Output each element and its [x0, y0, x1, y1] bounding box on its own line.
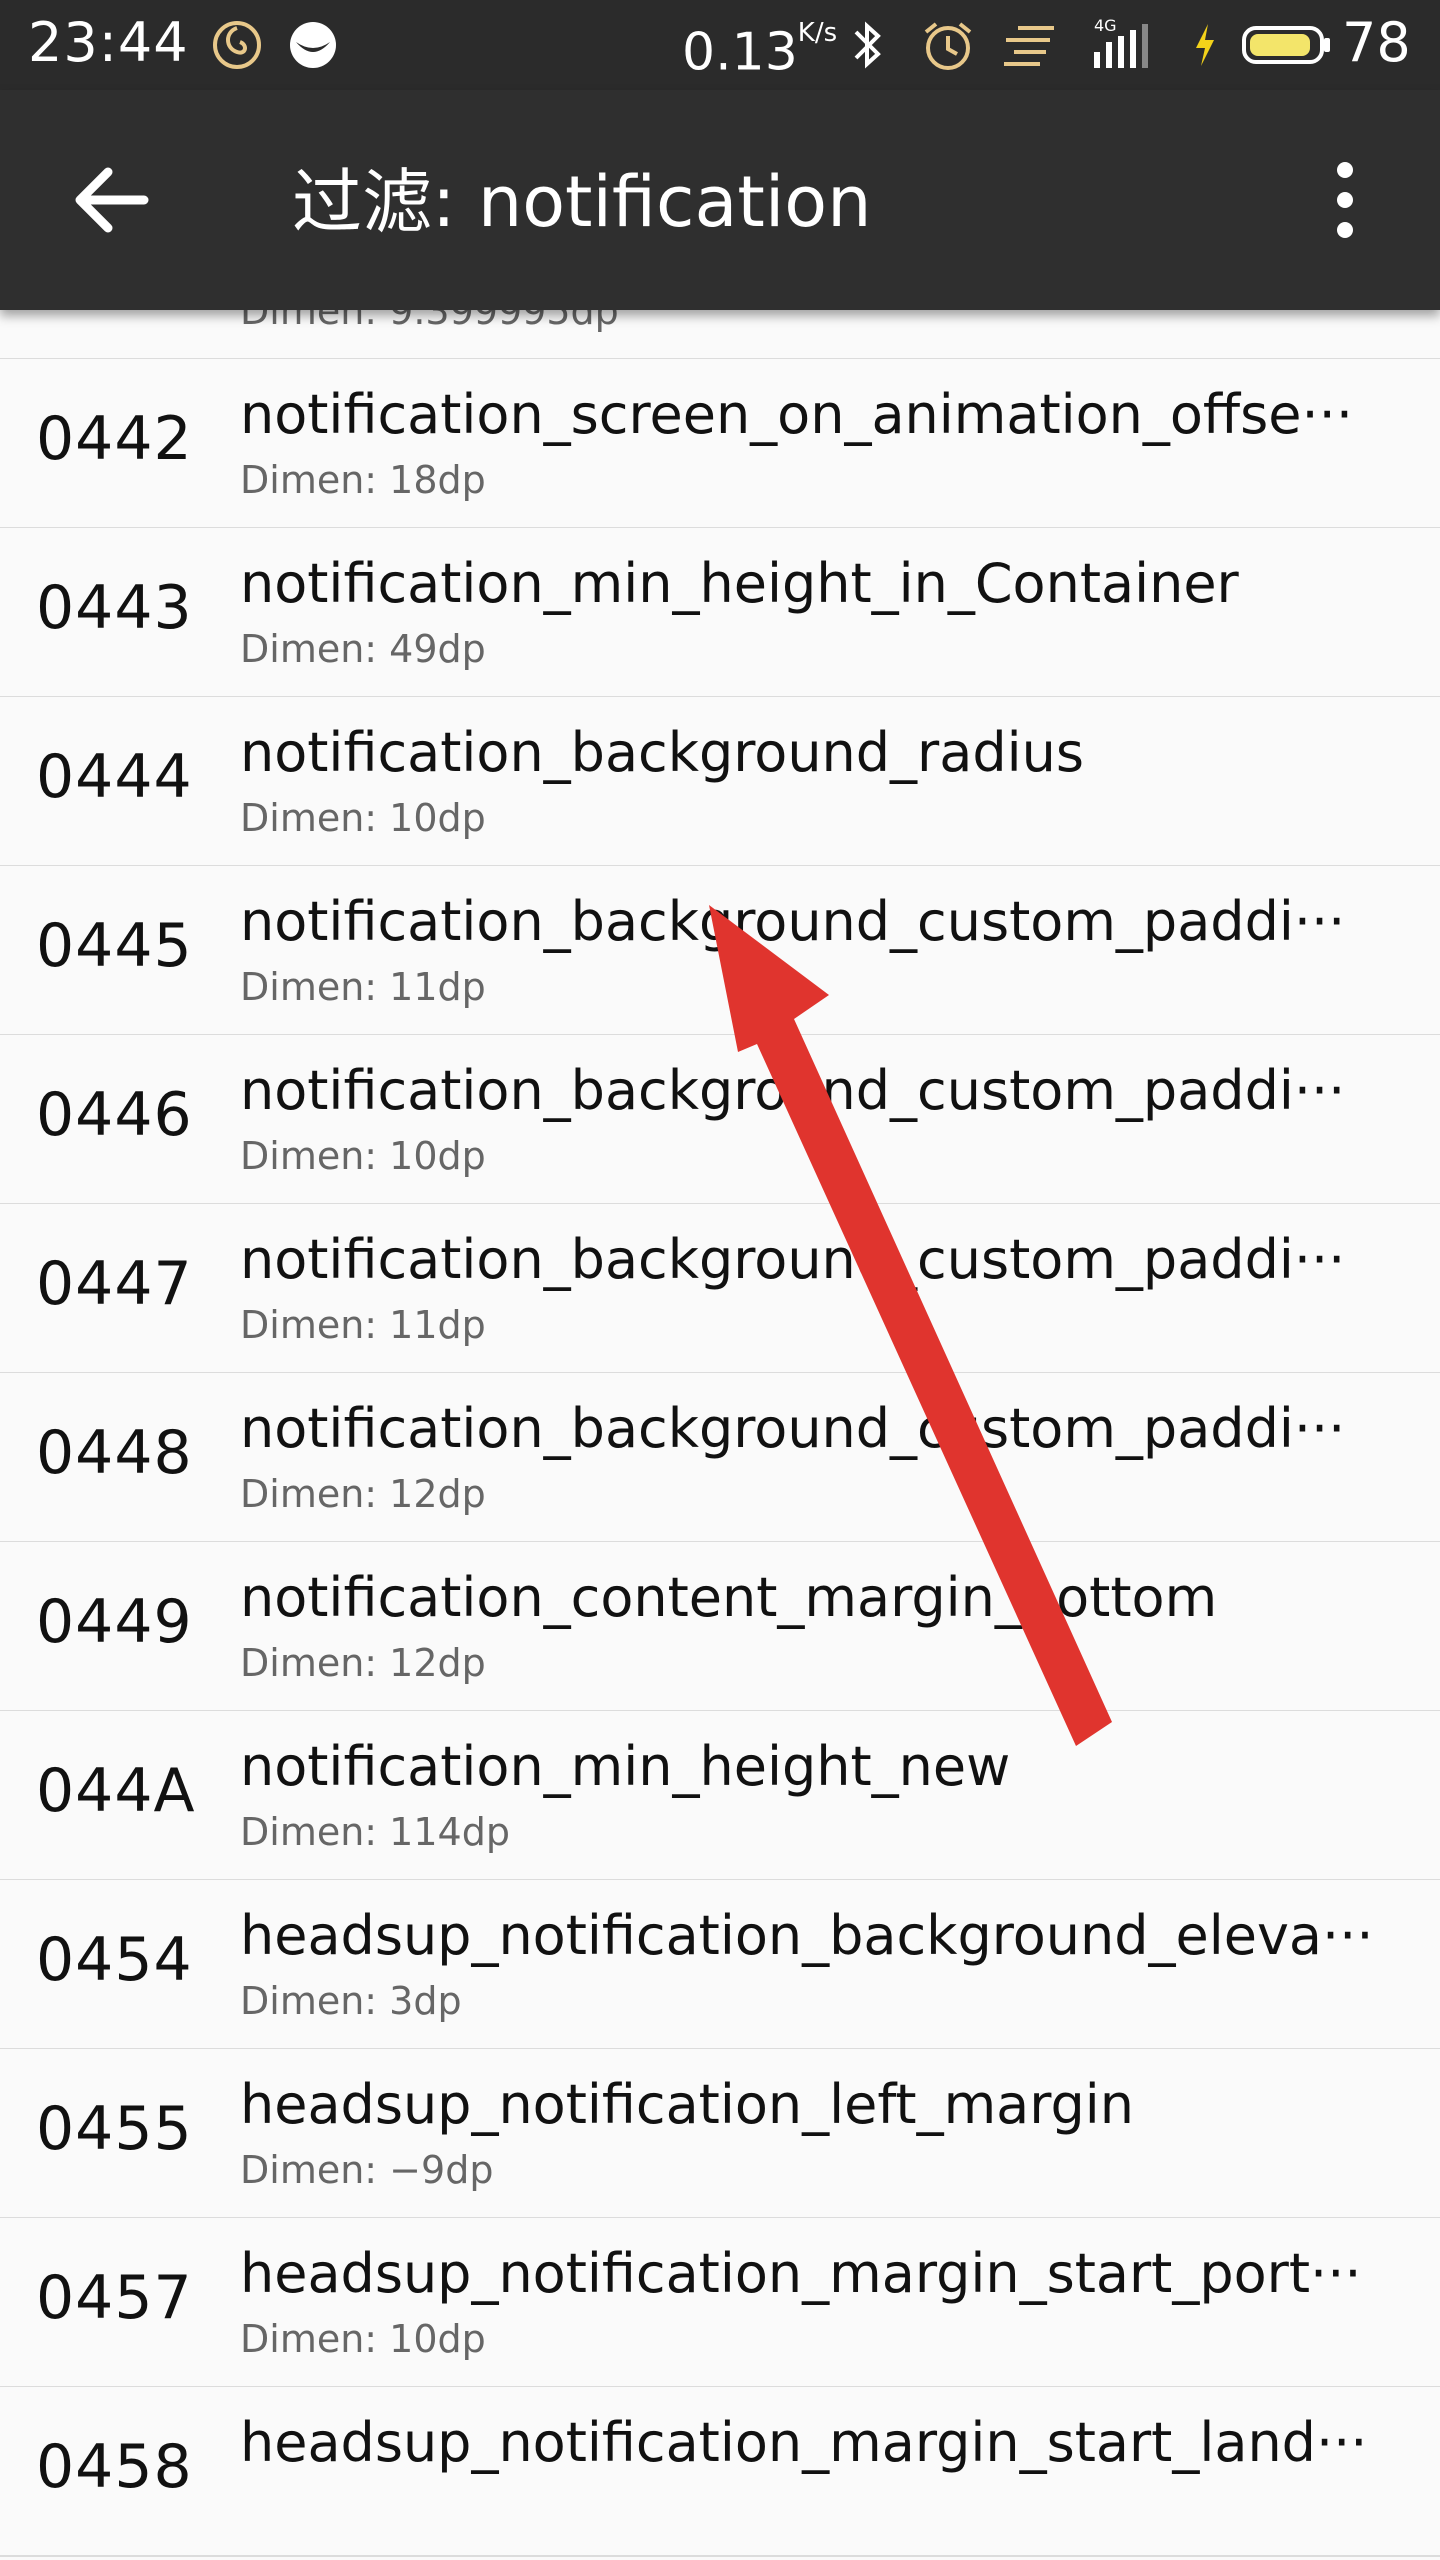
resource-id: 0458: [36, 2432, 193, 2502]
resource-value: Dimen: 12dp: [240, 1472, 486, 1516]
resource-id: 0455: [36, 2094, 193, 2164]
resource-id: 0454: [36, 1925, 193, 1995]
resource-value: Dimen: −9dp: [240, 2148, 494, 2192]
resource-value: Dimen: 9.399995dp: [240, 310, 619, 333]
resource-name: notification_content_margin_bottom: [240, 1566, 1218, 1629]
resource-name: notification_background_radius: [240, 721, 1084, 784]
list-item[interactable]: 0441mz_notification_guts_padding_bottomD…: [0, 310, 1440, 360]
resource-name: headsup_notification_margin_start_port··…: [240, 2242, 1362, 2305]
resource-name: headsup_notification_background_eleva···: [240, 1904, 1374, 1967]
battery-icon: [1242, 26, 1330, 64]
resource-id: 044A: [36, 1756, 196, 1826]
list-item[interactable]: 0443 notification_min_height_in_Container…: [0, 528, 1440, 698]
resource-id: 0444: [36, 742, 193, 812]
resource-value: Dimen: 3dp: [240, 1979, 462, 2023]
list-item[interactable]: 0448 notification_background_custom_paddi…: [0, 1373, 1440, 1543]
resource-value: Dimen: 10dp: [240, 796, 486, 840]
resource-id: 0442: [36, 404, 193, 474]
status-time: 23:44: [28, 11, 189, 74]
resource-value: Dimen: 18dp: [240, 458, 486, 502]
resource-name: headsup_notification_left_margin: [240, 2073, 1135, 2136]
list-item[interactable]: 0457 headsup_notification_margin_start_po…: [0, 2218, 1440, 2388]
notification-lines-icon: [1004, 26, 1054, 66]
resource-id: 0446: [36, 1080, 193, 1150]
resource-value: Dimen: 10dp: [240, 2317, 486, 2361]
resource-name: notification_background_custom_paddi···: [240, 1059, 1346, 1122]
list-item[interactable]: 0458 headsup_notification_margin_start_la…: [0, 2387, 1440, 2557]
status-bar: 23:44 0.13K/s 4G 78: [0, 0, 1440, 90]
resource-name: headsup_notification_margin_start_land··…: [240, 2411, 1368, 2474]
resource-id: 0445: [36, 911, 193, 981]
list-item[interactable]: 0444 notification_background_radius Dimen:…: [0, 697, 1440, 867]
resource-value: Dimen: 49dp: [240, 627, 486, 671]
network-speed: 0.13K/s: [682, 18, 838, 83]
list-item[interactable]: 0447 notification_background_custom_paddi…: [0, 1204, 1440, 1374]
resource-name: notification_background_custom_paddi···: [240, 890, 1346, 953]
resource-value: Dimen: 11dp: [240, 965, 486, 1009]
swirl-app-icon: [213, 21, 261, 69]
alarm-icon: [924, 22, 972, 70]
resource-id: 0448: [36, 1418, 193, 1488]
resource-list[interactable]: 0441mz_notification_guts_padding_bottomD…: [0, 310, 1440, 2560]
list-item[interactable]: 0442 notification_screen_on_animation_off…: [0, 359, 1440, 529]
list-item[interactable]: 0449 notification_content_margin_bottom Di…: [0, 1542, 1440, 1712]
list-item[interactable]: 0454 headsup_notification_background_elev…: [0, 1880, 1440, 2050]
resource-name: notification_background_custom_paddi···: [240, 1397, 1346, 1460]
charging-icon: [1196, 24, 1214, 66]
battery-level: 78: [1342, 11, 1411, 74]
resource-name: notification_background_custom_paddi···: [240, 1228, 1346, 1291]
list-item[interactable]: 0446 notification_background_custom_paddi…: [0, 1035, 1440, 1205]
resource-id: 0447: [36, 1249, 193, 1319]
resource-name: notification_min_height_new: [240, 1735, 1011, 1798]
page-title: 过滤: notification: [292, 161, 872, 243]
arrow-left-icon[interactable]: [60, 150, 160, 250]
resource-name: notification_min_height_in_Container: [240, 552, 1239, 615]
signal-icon: [1094, 24, 1148, 68]
face-app-icon: [290, 22, 336, 68]
resource-id: 0449: [36, 1587, 193, 1657]
resource-id: 0457: [36, 2263, 193, 2333]
more-vert-icon[interactable]: [1310, 150, 1380, 250]
list-item[interactable]: 044A notification_min_height_new Dimen: 11…: [0, 1711, 1440, 1881]
list-item[interactable]: 0445 notification_background_custom_paddi…: [0, 866, 1440, 1036]
app-toolbar: 过滤: notification: [0, 90, 1440, 310]
resource-value: Dimen: 11dp: [240, 1303, 486, 1347]
resource-id: 0443: [36, 573, 193, 643]
bluetooth-icon: [854, 21, 881, 69]
list-item[interactable]: 0455 headsup_notification_left_margin Dime…: [0, 2049, 1440, 2219]
resource-name: notification_screen_on_animation_offse··…: [240, 383, 1353, 446]
resource-value: Dimen: 114dp: [240, 1810, 510, 1854]
resource-value: Dimen: 10dp: [240, 1134, 486, 1178]
resource-value: Dimen: 12dp: [240, 1641, 486, 1685]
